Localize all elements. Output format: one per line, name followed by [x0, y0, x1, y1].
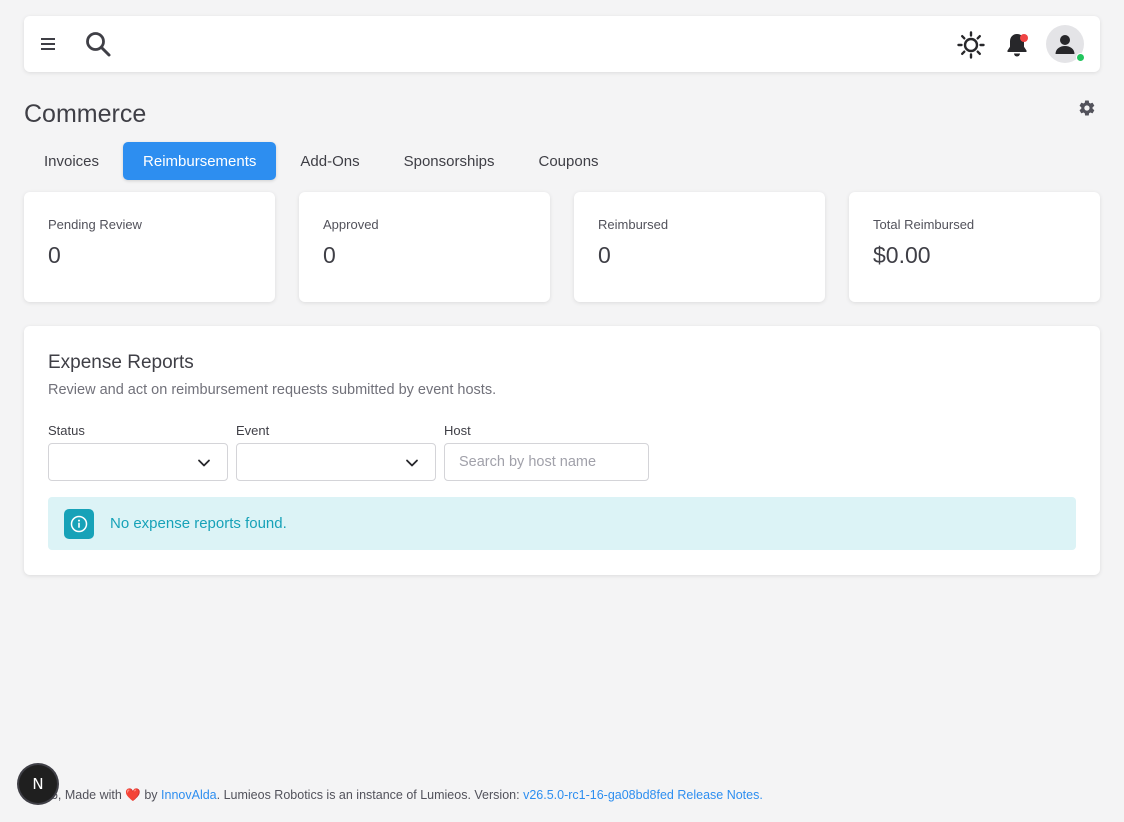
event-filter: Event [236, 423, 436, 481]
gear-icon[interactable] [1078, 99, 1096, 117]
stat-value: $0.00 [873, 242, 931, 268]
top-bar [24, 16, 1100, 72]
stats-row: Pending Review 0 Approved 0 Reimbursed 0… [24, 192, 1100, 302]
event-select[interactable] [236, 443, 436, 481]
notification-dot [1020, 34, 1028, 42]
stat-label: Total Reimbursed [873, 217, 975, 232]
stat-value: 0 [48, 242, 61, 268]
user-icon [1055, 35, 1075, 54]
company-link[interactable]: InnovAlda [161, 788, 217, 802]
search-icon[interactable] [82, 28, 114, 60]
commerce-tabs: Invoices Reimbursements Add-Ons Sponsors… [24, 142, 623, 180]
next-dev-badge[interactable]: N [19, 765, 57, 803]
stat-label: Reimbursed [598, 217, 669, 232]
tab-invoices[interactable]: Invoices [24, 142, 119, 180]
stat-card-total-reimbursed: Total Reimbursed $0.00 [849, 192, 1100, 302]
footer-by: by [140, 788, 162, 802]
tab-coupons[interactable]: Coupons [519, 142, 619, 180]
chevron-down-icon [198, 459, 210, 467]
online-status-dot [1076, 53, 1085, 62]
footer-prefix: 26, Made with [44, 788, 126, 802]
stat-label: Pending Review [48, 217, 142, 232]
footer-middle: . Lumieos Robotics is an instance of Lum… [216, 788, 524, 802]
svg-text:N: N [32, 775, 43, 793]
stat-card-pending-review: Pending Review 0 [24, 192, 275, 302]
empty-state-alert: No expense reports found. [48, 497, 1076, 550]
chevron-down-icon [406, 459, 418, 467]
tab-sponsorships[interactable]: Sponsorships [384, 142, 515, 180]
event-label: Event [236, 423, 270, 438]
stat-value: 0 [598, 242, 611, 268]
stat-value: 0 [323, 242, 336, 268]
tab-add-ons[interactable]: Add-Ons [280, 142, 379, 180]
empty-state-message: No expense reports found. [110, 515, 287, 532]
panel-title: Expense Reports [48, 352, 194, 373]
version-link[interactable]: v26.5.0-rc1-16-ga08bd8fed [523, 788, 674, 802]
status-filter: Status [48, 423, 228, 481]
host-search-input[interactable] [444, 443, 649, 481]
stat-card-reimbursed: Reimbursed 0 [574, 192, 825, 302]
status-label: Status [48, 423, 85, 438]
stat-label: Approved [323, 217, 379, 232]
release-notes-link[interactable]: Release Notes. [677, 788, 762, 802]
avatar[interactable] [1046, 25, 1085, 63]
panel-subtitle: Review and act on reimbursement requests… [48, 382, 497, 398]
stat-card-approved: Approved 0 [299, 192, 550, 302]
host-filter: Host [444, 423, 649, 481]
bell-icon[interactable] [1002, 30, 1032, 60]
hamburger-icon[interactable] [38, 34, 60, 54]
page-title: Commerce [24, 100, 147, 128]
host-label: Host [444, 423, 471, 438]
sun-icon[interactable] [956, 30, 986, 60]
info-icon [64, 508, 94, 539]
n-logo-icon: N [32, 775, 43, 793]
footer: 26, Made with ❤️ by InnovAlda. Lumieos R… [44, 788, 763, 803]
tab-reimbursements[interactable]: Reimbursements [123, 142, 277, 180]
expense-reports-panel: Expense Reports Review and act on reimbu… [24, 326, 1100, 575]
status-select[interactable] [48, 443, 228, 481]
heart-icon: ❤️ [125, 788, 141, 802]
